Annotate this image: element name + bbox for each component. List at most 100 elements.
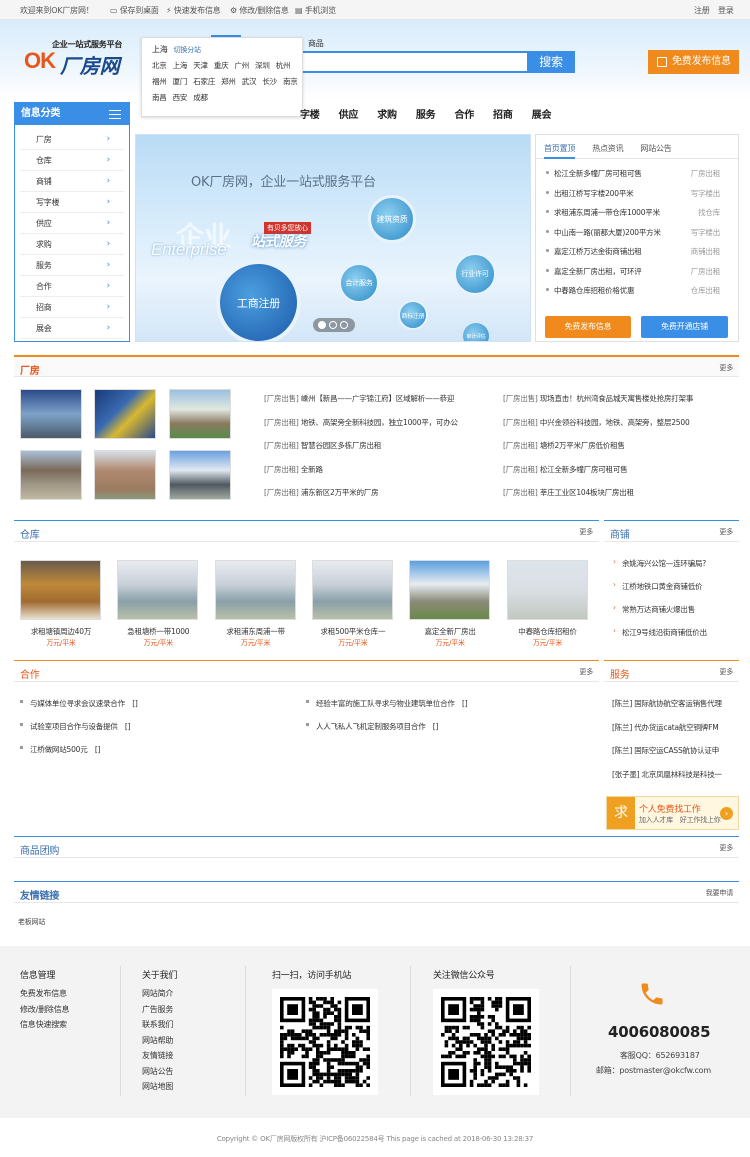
factory-list-item[interactable]: [厂房出租] 莘庄工业区104板块厂房出租 — [503, 487, 739, 511]
nav-item[interactable]: 展会 — [532, 110, 552, 121]
register-link[interactable]: 注册 — [694, 5, 710, 16]
footer-link[interactable]: 网站简介 — [142, 988, 177, 1004]
more-link[interactable]: 更多 — [719, 527, 733, 537]
coop-item[interactable]: 人人飞私人飞机定制服务项目合作 [] — [306, 721, 596, 744]
news-item[interactable]: 松江全新多幢厂房可租可售 厂房出租 — [546, 168, 728, 188]
arrow-right-icon[interactable]: › — [720, 807, 733, 820]
footer-link[interactable]: 友情链接 — [142, 1050, 177, 1066]
news-item[interactable]: 中山南一路(丽都大厦)200平方米 写字楼出 — [546, 227, 728, 247]
city-link[interactable]: 成都 — [193, 93, 208, 102]
free-publish-button[interactable]: 免费发布信息 — [545, 316, 631, 338]
warehouse-title[interactable]: 嘉定全新厂房出 — [405, 626, 495, 637]
warehouse-photo[interactable] — [311, 560, 393, 620]
factory-list-item[interactable]: [厂房出租] 塘桥2万平米厂房低价租售 — [503, 440, 739, 464]
warehouse-photo[interactable] — [214, 560, 296, 620]
factory-list-item[interactable]: [厂房出租] 地铁、高架旁全新科技园，独立1000平，可办公 — [264, 417, 494, 441]
news-tab[interactable]: 热点资讯 — [592, 144, 623, 153]
city-link[interactable]: 广州 — [234, 61, 249, 70]
service-item[interactable]: [陈兰] 代办货运cata航空铜牌FM — [612, 722, 739, 746]
nav-item[interactable]: 字楼 — [300, 110, 320, 121]
city-link[interactable]: 杭州 — [276, 61, 291, 70]
switch-city-link[interactable]: 切换分站 — [174, 46, 201, 54]
nav-item[interactable]: 招商 — [493, 110, 513, 121]
nav-item[interactable]: 供应 — [339, 110, 359, 121]
login-link[interactable]: 登录 — [718, 5, 734, 16]
news-item[interactable]: 求租浦东周浦一带仓库1000平米 找仓库 — [546, 207, 728, 227]
nav-item[interactable]: 求购 — [377, 110, 397, 121]
city-link[interactable]: 深圳 — [255, 61, 270, 70]
city-link[interactable]: 南京 — [283, 77, 298, 86]
modify-delete-link[interactable]: ⚙ 修改/删除信息 — [230, 5, 289, 16]
sidebar-item[interactable]: 写字楼 › — [20, 192, 124, 213]
city-link[interactable]: 西安 — [173, 93, 188, 102]
factory-list-item[interactable]: [厂房出租] 松江全新多幢厂房可租可售 — [503, 464, 739, 488]
coop-item[interactable]: 经验丰富的施工队寻求与物业建筑单位合作 [] — [306, 698, 596, 721]
city-link[interactable]: 郑州 — [221, 77, 236, 86]
footer-link[interactable]: 信息快速搜索 — [20, 1019, 69, 1035]
more-link[interactable]: 更多 — [719, 667, 733, 677]
nav-item[interactable]: 服务 — [416, 110, 436, 121]
warehouse-title[interactable]: 求租塘镇周边40万 — [16, 626, 106, 637]
sidebar-item[interactable]: 商铺 › — [20, 171, 124, 192]
save-desktop-link[interactable]: ▭ 保存到桌面 — [110, 5, 159, 16]
sidebar-item[interactable]: 厂房 › — [20, 129, 124, 150]
factory-list-item[interactable]: [厂房出租] 中兴金领谷科技园，地铁、高架旁，整层2500 — [503, 417, 739, 441]
more-link[interactable]: 更多 — [719, 363, 733, 373]
friend-link[interactable]: 老板网站 — [18, 917, 45, 927]
factory-photo[interactable] — [20, 450, 82, 500]
footer-link[interactable]: 免费发布信息 — [20, 988, 69, 1004]
city-link[interactable]: 上海 — [173, 61, 188, 70]
footer-link[interactable]: 广告服务 — [142, 1004, 177, 1020]
city-link[interactable]: 武汉 — [242, 77, 257, 86]
more-link[interactable]: 更多 — [579, 667, 593, 677]
warehouse-title[interactable]: 急租塘桥一带1000 — [113, 626, 203, 637]
more-link[interactable]: 更多 — [579, 527, 593, 537]
coop-item[interactable]: 与媒体单位寻求会议速录合作 [] — [20, 698, 300, 721]
news-item[interactable]: 嘉定全新厂房出租，可环评 厂房出租 — [546, 266, 728, 286]
news-tab[interactable]: 首页置顶 — [544, 144, 575, 159]
factory-list-item[interactable]: [厂房出租] 浦东新区2万平米的厂房 — [264, 487, 494, 511]
sidebar-item[interactable]: 展会 › — [20, 318, 124, 339]
city-link[interactable]: 南昌 — [152, 93, 167, 102]
more-link[interactable]: 更多 — [719, 843, 733, 853]
footer-link[interactable]: 网站地图 — [142, 1081, 177, 1097]
city-link[interactable]: 天津 — [193, 61, 208, 70]
search-tab-goods[interactable]: 商品 — [308, 38, 324, 49]
factory-list-item[interactable]: [厂房出租] 智慧谷园区多栋厂房出租 — [264, 440, 494, 464]
hero-banner[interactable]: OK厂房网，企业一站式服务平台 企业 有贝多您放心 站式服务 Enterpris… — [135, 134, 531, 342]
factory-photo[interactable] — [94, 450, 156, 500]
city-link[interactable]: 石家庄 — [193, 77, 215, 86]
service-item[interactable]: [陈兰] 国际空运CASS航协认证申 — [612, 745, 739, 769]
factory-photo[interactable] — [94, 389, 156, 439]
factory-list-item[interactable]: [厂房出售] 嵊州【新昌——广宇锦江府】区域解析——恭迎 — [264, 393, 494, 417]
news-item[interactable]: 出租江桥写字楼200平米 写字楼出 — [546, 188, 728, 208]
warehouse-title[interactable]: 求租浦东周浦一带 — [211, 626, 301, 637]
search-button[interactable]: 搜索 — [527, 51, 575, 73]
news-item[interactable]: 嘉定江桥万达金街商铺出租 商铺出租 — [546, 246, 728, 266]
factory-list-item[interactable]: [厂房出售] 现场直击！杭州湾食品城天寓售楼处抢房打架事 — [503, 393, 739, 417]
footer-link[interactable]: 网站公告 — [142, 1066, 177, 1082]
coop-item[interactable]: 试验室项目合作与设备提供 [] — [20, 721, 300, 744]
footer-link[interactable]: 联系我们 — [142, 1019, 177, 1035]
shop-item[interactable]: 常熟万达商铺火爆出售 — [613, 603, 739, 627]
sidebar-item[interactable]: 合作 › — [20, 276, 124, 297]
city-link[interactable]: 福州 — [152, 77, 167, 86]
sidebar-item[interactable]: 求购 › — [20, 234, 124, 255]
factory-photo[interactable] — [169, 389, 231, 439]
factory-photo[interactable] — [169, 450, 231, 500]
service-item[interactable]: [张子墨] 北京凤凰林科技是科技一 — [612, 769, 739, 793]
warehouse-title[interactable]: 中春路仓库招租价 — [503, 626, 593, 637]
menu-icon[interactable] — [109, 110, 121, 119]
warehouse-photo[interactable] — [117, 560, 199, 620]
sidebar-item[interactable]: 供应 › — [20, 213, 124, 234]
mobile-link[interactable]: ▤ 手机浏览 — [295, 5, 336, 16]
city-link[interactable]: 长沙 — [262, 77, 277, 86]
news-item[interactable]: 中春路仓库招租价格优惠 仓库出租 — [546, 285, 728, 305]
news-tab[interactable]: 网站公告 — [640, 144, 671, 153]
warehouse-title[interactable]: 求租500平米仓库一 — [308, 626, 398, 637]
nav-item[interactable]: 合作 — [454, 110, 474, 121]
city-link[interactable]: 重庆 — [214, 61, 229, 70]
search-input[interactable] — [300, 51, 527, 73]
sidebar-item[interactable]: 招商 › — [20, 297, 124, 318]
footer-link[interactable]: 修改/删除信息 — [20, 1004, 69, 1020]
